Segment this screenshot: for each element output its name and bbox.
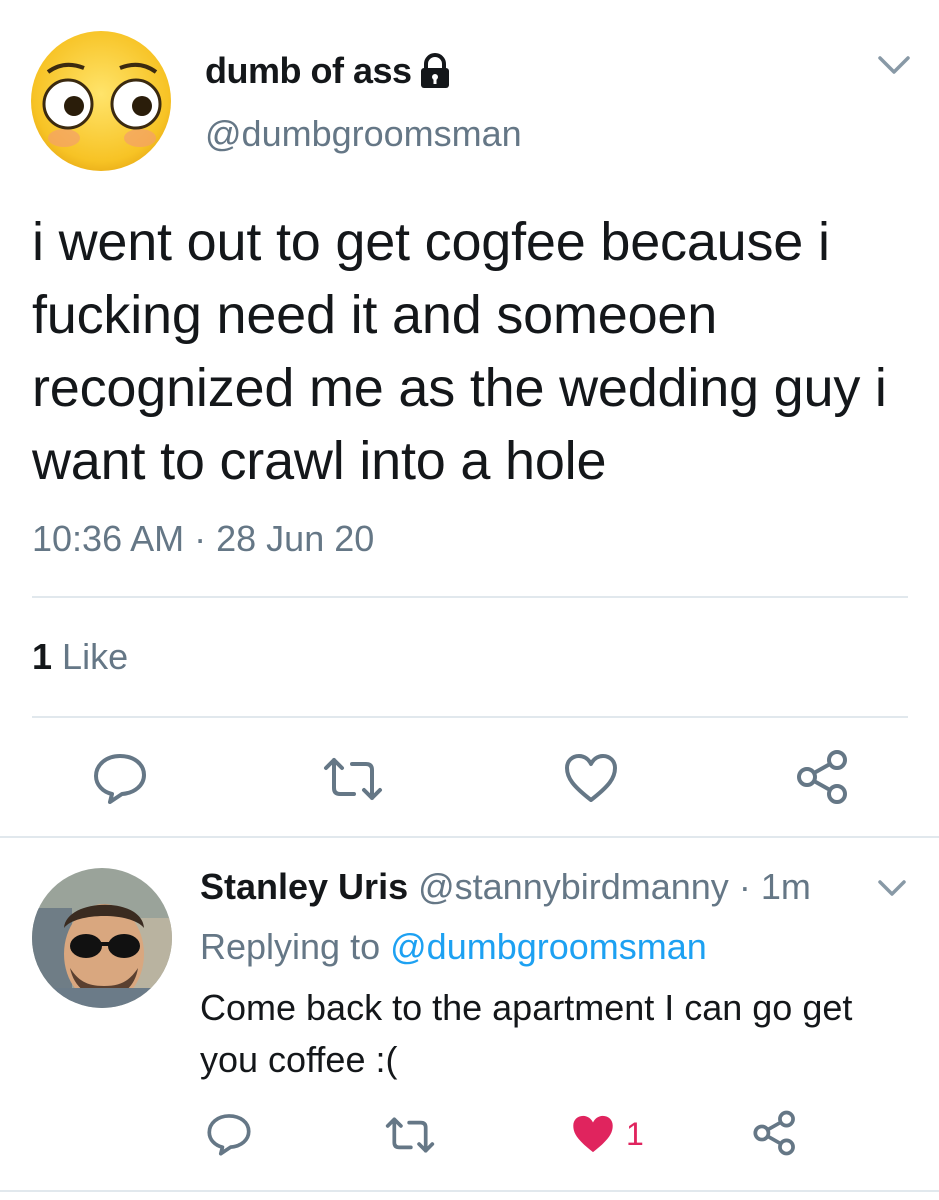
heart-icon bbox=[565, 754, 617, 802]
avatar[interactable] bbox=[28, 28, 174, 174]
divider bbox=[0, 836, 939, 838]
timestamp-separator: · bbox=[194, 518, 207, 559]
handle[interactable]: @dumbgroomsman bbox=[205, 113, 522, 155]
like-button[interactable]: 1 bbox=[570, 1112, 644, 1156]
like-button[interactable] bbox=[563, 752, 619, 804]
reply-avatar[interactable] bbox=[32, 868, 172, 1008]
reply-header[interactable]: Stanley Uris @stannybirdmanny · 1m bbox=[200, 866, 811, 908]
display-name-text: dumb of ass bbox=[205, 50, 412, 91]
chevron-down-icon[interactable] bbox=[874, 876, 910, 902]
divider bbox=[32, 716, 908, 718]
retweet-button[interactable] bbox=[384, 1116, 436, 1154]
tweet-text: i went out to get cogfee because i fucki… bbox=[32, 212, 887, 491]
reply-icon bbox=[207, 1114, 251, 1156]
retweet-icon bbox=[385, 1117, 435, 1153]
reply-button[interactable] bbox=[206, 1112, 252, 1156]
tweet-time: 10:36 AM bbox=[32, 518, 185, 559]
divider bbox=[32, 596, 908, 598]
reply-icon bbox=[94, 754, 146, 804]
profile-photo bbox=[32, 868, 172, 1008]
divider bbox=[0, 1190, 939, 1192]
replying-to-link[interactable]: @dumbgroomsman bbox=[390, 926, 707, 967]
timestamp[interactable]: 10:36 AM · 28 Jun 20 bbox=[32, 518, 374, 560]
likes-count: 1 bbox=[32, 636, 53, 677]
likes-label: Like bbox=[62, 636, 129, 677]
chevron-down-icon[interactable] bbox=[874, 52, 914, 80]
retweet-button[interactable] bbox=[322, 756, 384, 802]
replying-prefix: Replying to bbox=[200, 926, 381, 967]
reply-text: Come back to the apartment I can go get … bbox=[200, 987, 853, 1080]
display-name[interactable]: dumb of ass bbox=[205, 50, 452, 92]
share-button[interactable] bbox=[795, 750, 851, 804]
lock-icon bbox=[420, 53, 449, 88]
reply-separator: · bbox=[738, 866, 751, 907]
flushed-emoji-avatar bbox=[28, 28, 174, 174]
tweet-actions bbox=[0, 748, 939, 808]
share-button[interactable] bbox=[752, 1110, 798, 1156]
reply-like-count: 1 bbox=[626, 1115, 644, 1152]
share-icon bbox=[753, 1110, 795, 1156]
reply-handle[interactable]: @stannybirdmanny bbox=[418, 866, 729, 907]
replying-to: Replying to @dumbgroomsman bbox=[200, 926, 707, 968]
likes-summary[interactable]: 1 Like bbox=[32, 636, 128, 678]
tweet-date: 28 Jun 20 bbox=[216, 518, 375, 559]
share-icon bbox=[797, 750, 847, 804]
heart-filled-icon bbox=[573, 1115, 613, 1153]
reply-button[interactable] bbox=[92, 752, 148, 804]
reply-age: 1m bbox=[760, 866, 811, 907]
reply-display-name[interactable]: Stanley Uris bbox=[200, 866, 408, 907]
retweet-icon bbox=[324, 758, 382, 800]
